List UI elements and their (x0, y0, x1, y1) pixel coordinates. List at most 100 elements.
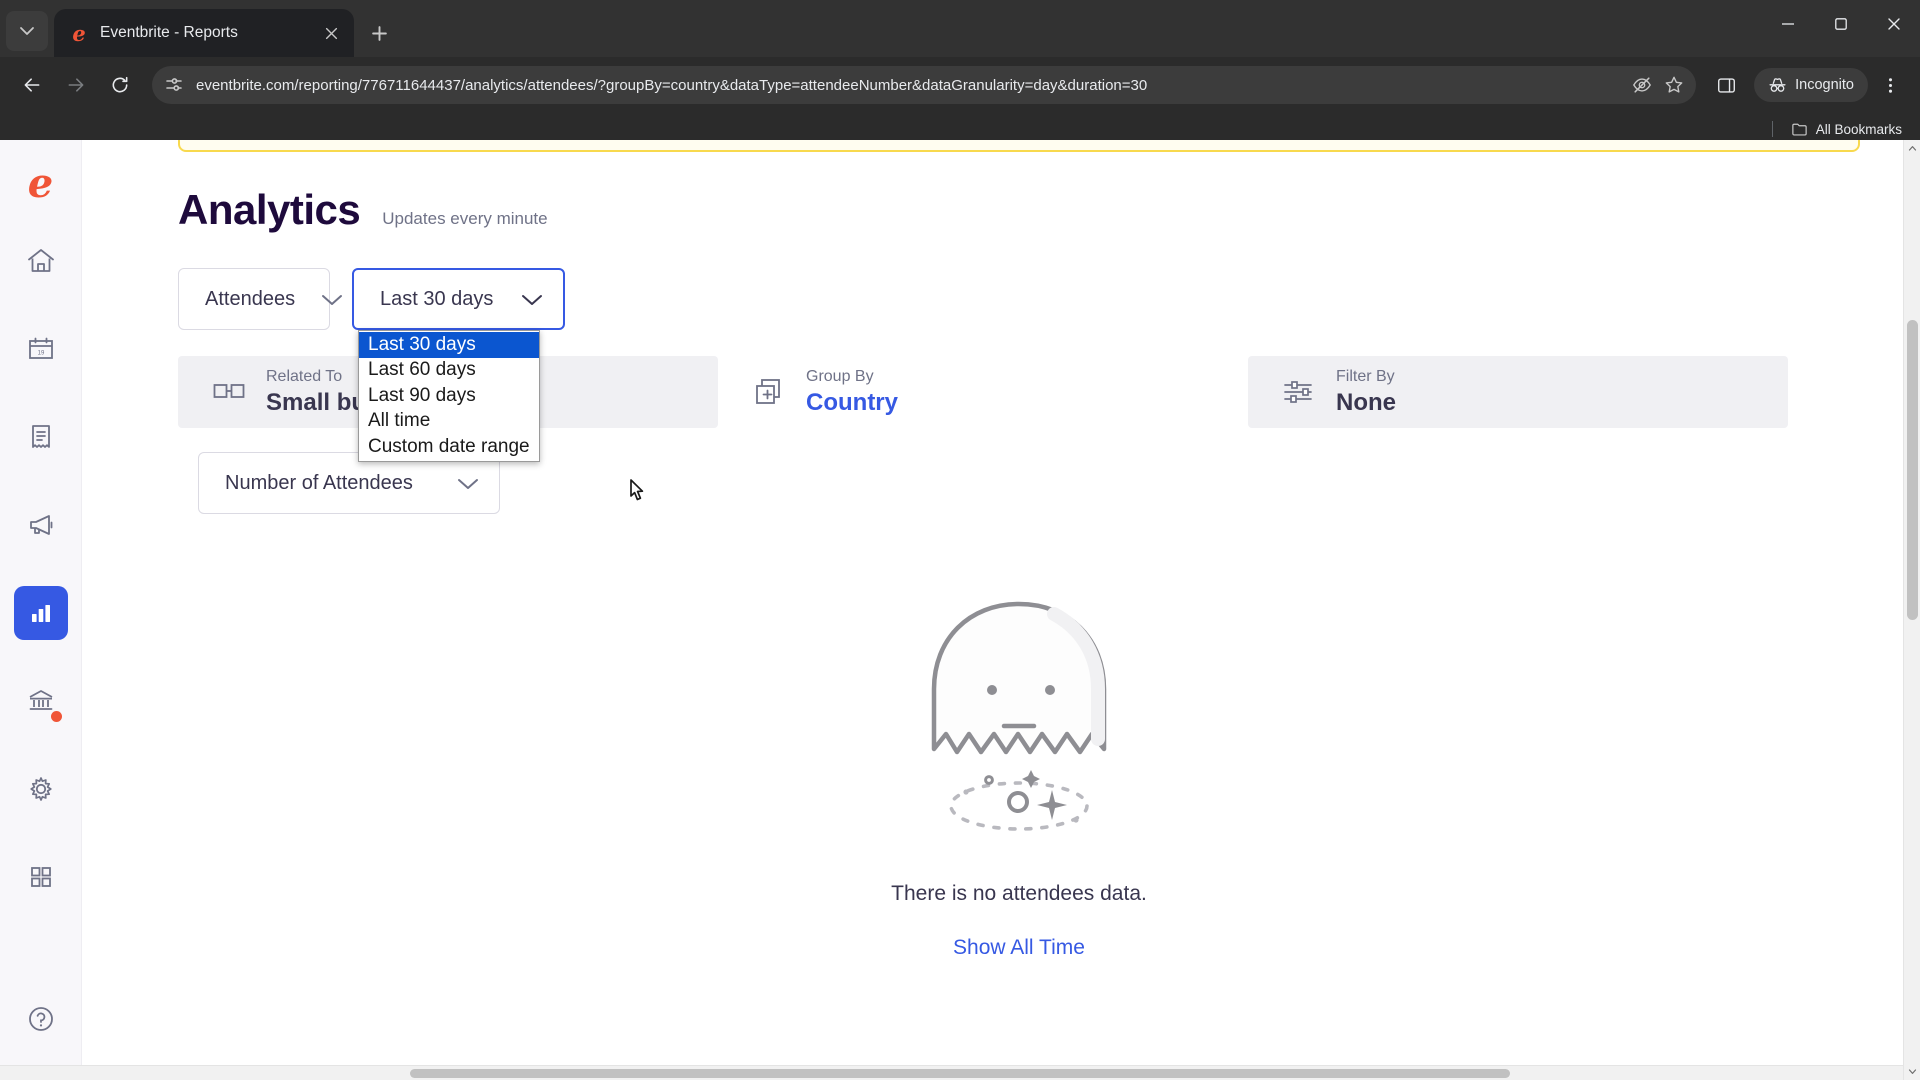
empty-state-message: There is no attendees data. (891, 882, 1147, 905)
url-text: eventbrite.com/reporting/776711644437/an… (196, 76, 1148, 94)
reload-button[interactable] (100, 65, 140, 105)
vertical-scrollbar[interactable] (1903, 140, 1920, 1080)
address-bar[interactable]: eventbrite.com/reporting/776711644437/an… (152, 66, 1697, 104)
maximize-icon (1834, 17, 1847, 30)
horizontal-scrollbar[interactable] (0, 1065, 1903, 1080)
page-subtitle: Updates every minute (382, 209, 548, 228)
card-group-by-value[interactable]: Country (806, 388, 898, 418)
tab-search-button[interactable] (6, 11, 48, 51)
tab-close-button[interactable] (318, 20, 344, 46)
new-tab-button[interactable] (362, 16, 396, 50)
tab-strip: e Eventbrite - Reports (0, 0, 1920, 57)
caret-down-icon (1908, 1069, 1917, 1074)
incognito-icon (1769, 77, 1786, 92)
page-title: Analytics (178, 186, 361, 233)
dropdown-option-custom-date-range[interactable]: Custom date range (359, 434, 539, 460)
site-settings-icon[interactable] (164, 75, 184, 95)
dropdown-option-last-30-days[interactable]: Last 30 days (359, 332, 539, 358)
folder-icon (1791, 123, 1807, 136)
eventbrite-favicon: e (72, 20, 86, 46)
eventbrite-logo-icon[interactable]: e (28, 164, 53, 204)
gear-icon (29, 777, 52, 801)
scroll-down-button[interactable] (1904, 1063, 1920, 1080)
arrow-right-icon (68, 78, 84, 92)
sidebar-item-reports[interactable] (13, 586, 68, 640)
date-range-select[interactable]: Last 30 days (352, 268, 565, 330)
window-controls (1761, 0, 1920, 47)
notice-banner (178, 140, 1860, 152)
back-button[interactable] (12, 65, 52, 105)
page-viewport: e 19 Analytics Updates every minute Atte… (0, 140, 1920, 1080)
hide-password-icon[interactable] (1632, 75, 1652, 95)
bank-icon (29, 690, 52, 710)
sidebar-item-apps[interactable] (14, 850, 68, 904)
card-filter-by-label: Filter By (1336, 368, 1395, 386)
dropdown-option-last-60-days[interactable]: Last 60 days (359, 358, 539, 384)
bookmark-star-icon[interactable] (1664, 75, 1684, 95)
ghost-illustration (931, 601, 1107, 831)
page-header: Analytics Updates every minute (178, 140, 1860, 234)
chevron-down-icon (522, 295, 542, 305)
side-panel-button[interactable] (1708, 67, 1744, 103)
all-bookmarks-button[interactable]: All Bookmarks (1816, 122, 1902, 137)
sidebar-item-events[interactable]: 19 (14, 322, 68, 376)
close-icon (1887, 17, 1900, 30)
close-icon (325, 27, 337, 39)
sidebar-item-home[interactable] (14, 234, 68, 288)
receipt-icon (31, 425, 50, 448)
chevron-down-icon (458, 479, 478, 489)
card-filter-by-value: None (1336, 388, 1396, 416)
calendar-icon: 19 (28, 337, 53, 359)
mouse-cursor (630, 479, 644, 501)
sidebar-item-settings[interactable] (14, 762, 68, 816)
more-vertical-icon (1888, 77, 1892, 93)
sliders-icon (1284, 381, 1312, 403)
chrome-menu-button[interactable] (1872, 67, 1908, 103)
forward-button[interactable] (56, 65, 96, 105)
horizontal-scroll-thumb[interactable] (410, 1069, 1510, 1078)
card-group-by[interactable]: Group By Country (718, 356, 1248, 428)
dropdown-option-last-90-days[interactable]: Last 90 days (359, 383, 539, 409)
close-window-button[interactable] (1867, 0, 1920, 47)
side-panel-icon (1717, 77, 1735, 93)
bookmarks-divider (1771, 121, 1773, 137)
report-type-value: Attendees (205, 287, 296, 310)
report-type-select[interactable]: Attendees (178, 268, 343, 330)
plus-icon (371, 25, 387, 41)
vertical-scroll-thumb[interactable] (1907, 320, 1918, 620)
arrow-left-icon (24, 78, 40, 92)
tab-title: Eventbrite - Reports (100, 24, 238, 41)
sidebar-item-orders[interactable] (14, 410, 68, 464)
link-card-icon (213, 384, 245, 398)
date-range-dropdown-list[interactable]: Last 30 days Last 60 days Last 90 days A… (358, 330, 540, 462)
help-circle-icon (28, 1007, 53, 1031)
browser-toolbar: eventbrite.com/reporting/776711644437/an… (0, 57, 1920, 113)
scroll-up-button[interactable] (1904, 140, 1920, 157)
dropdown-option-all-time[interactable]: All time (359, 409, 539, 435)
card-filter-by[interactable]: Filter By None (1248, 356, 1788, 428)
app-sidebar: e 19 (0, 140, 82, 1080)
browser-tab[interactable]: e Eventbrite - Reports (54, 9, 354, 57)
browser-window: e Eventbrite - Reports eventbrite.com/re… (0, 0, 1920, 1080)
caret-up-icon (1908, 146, 1917, 151)
sidebar-item-help[interactable] (14, 992, 68, 1046)
svg-text:19: 19 (37, 351, 44, 357)
minimize-button[interactable] (1761, 0, 1814, 47)
empty-state: There is no attendees data. Show All Tim… (178, 574, 1860, 960)
bar-chart-icon (31, 605, 50, 622)
chevron-down-icon (20, 27, 34, 35)
sidebar-item-finance[interactable] (14, 674, 68, 728)
chevron-down-icon (322, 295, 343, 305)
incognito-indicator[interactable]: Incognito (1754, 68, 1868, 102)
date-range-value: Last 30 days (380, 287, 494, 310)
page-content: Analytics Updates every minute Attendees… (82, 140, 1920, 1080)
minimize-icon (1781, 22, 1794, 25)
apps-grid-icon (30, 867, 51, 887)
megaphone-icon (29, 515, 52, 535)
sidebar-item-marketing[interactable] (14, 498, 68, 552)
filters-row: Attendees Last 30 days Last 30 days Last… (178, 268, 1860, 462)
maximize-button[interactable] (1814, 0, 1867, 47)
card-group-by-label: Group By (806, 368, 874, 386)
show-all-time-link[interactable]: Show All Time (953, 936, 1085, 960)
incognito-label: Incognito (1795, 77, 1854, 93)
